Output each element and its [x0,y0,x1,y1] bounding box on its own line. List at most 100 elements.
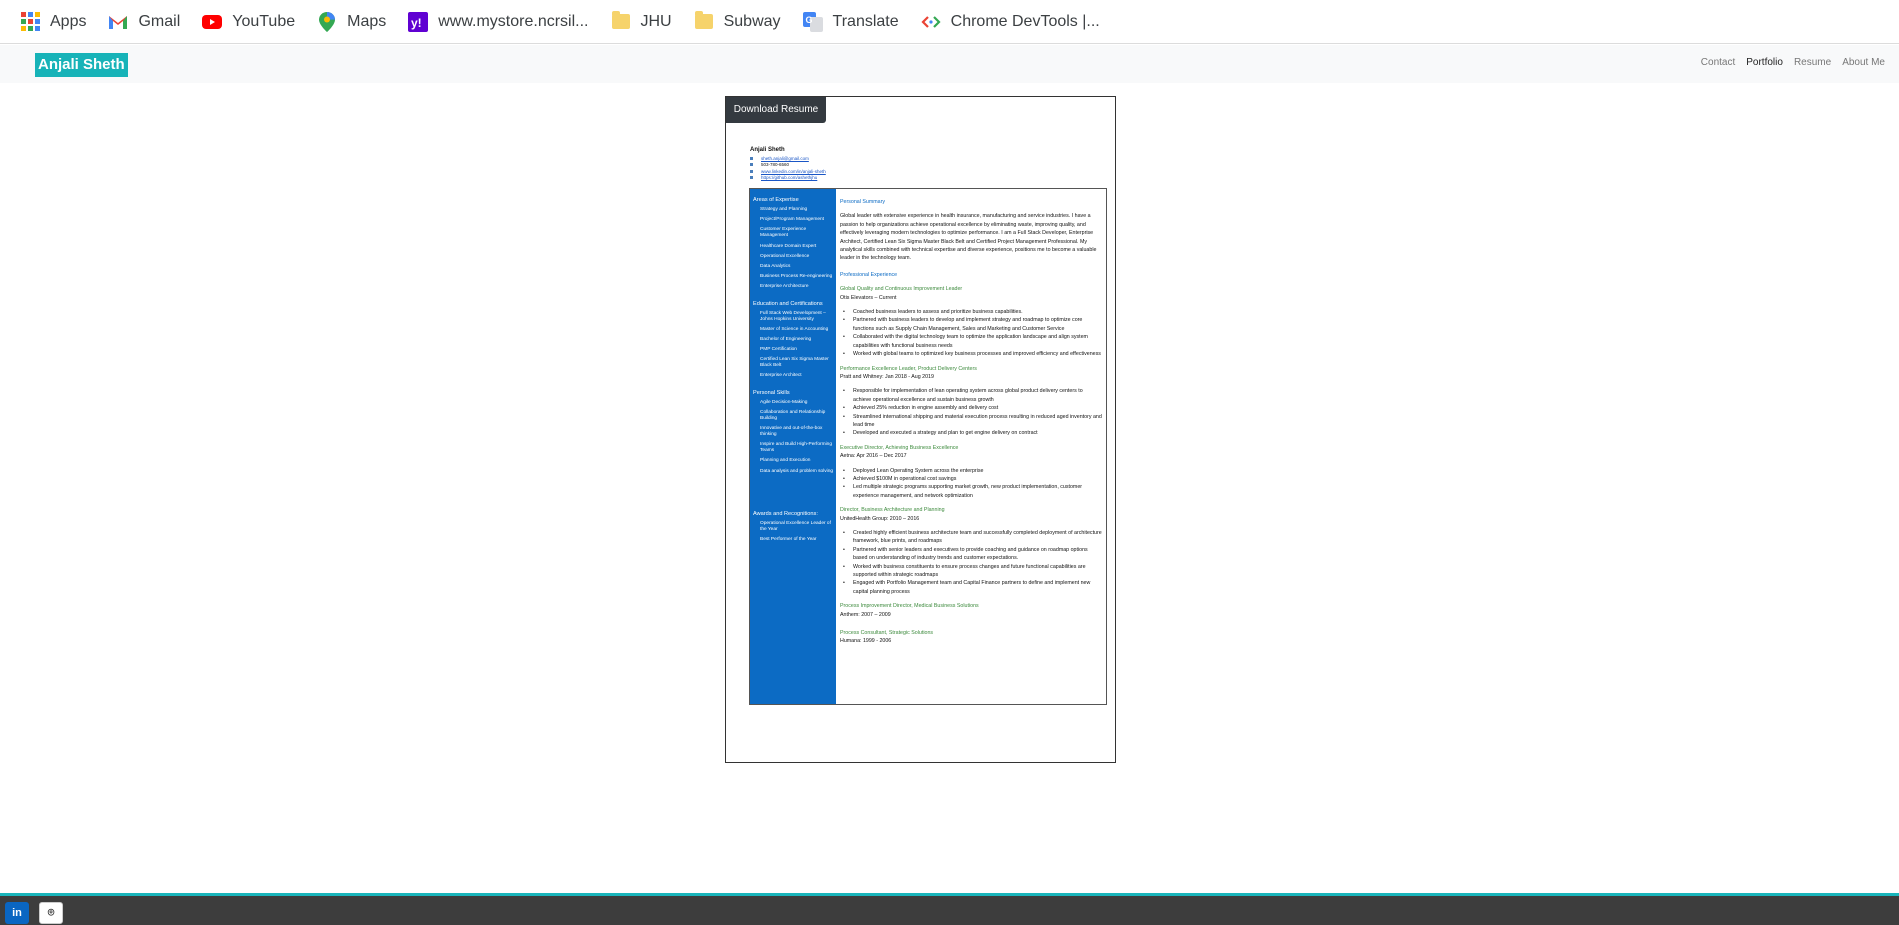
job-title: Executive Director, Achieving Business E… [840,444,959,451]
job-title: Process Consultant, Strategic Solutions [840,630,934,637]
translate-icon: G [802,11,823,32]
skill-item: Collaboration and Relationship Building [760,409,826,421]
github-icon[interactable]: ⌾ [39,902,63,924]
bookmark-label: Maps [347,12,387,30]
bookmark-devtools[interactable]: Chrome DevTools |... [919,7,1110,37]
education-heading: Education and Certifications [753,300,823,307]
resume-main: Personal Summary Global leader with exte… [837,189,1106,704]
awards-heading: Awards and Recognitions: [753,510,818,517]
skill-item: Innovative and out-of-the-box thinking [760,426,823,437]
resume-body: Areas of Expertise Strategy and Planning… [749,188,1107,705]
contact-email[interactable]: sheth.anjali@gmail.com [761,156,809,161]
job-bullet: Partnered with senior leaders and execut… [843,546,1102,563]
job-organization: Aetna: Apr 2016 – Dec 2017 [840,453,907,460]
download-resume-button[interactable]: Download Resume [726,97,826,123]
resume-name: Anjali Sheth [750,147,785,153]
job-bullet: Streamlined international shipping and m… [843,413,1102,430]
job-bullet: Engaged with Portfolio Management team a… [843,579,1102,596]
skill-item: Planning and Execution [760,458,811,464]
job-title: Process Improvement Director, Medical Bu… [840,603,979,610]
bookmark-apps[interactable]: Apps [18,7,96,37]
github-icon [750,176,753,180]
job-title: Performance Excellence Leader, Product D… [840,365,977,372]
bookmark-label: Gmail [138,12,181,30]
maps-pin-icon [317,11,337,32]
bookmark-label: JHU [640,12,672,30]
skill-item: Data analysis and problem solving [760,468,834,474]
job-organization: UnitedHealth Group: 2010 – 2016 [840,515,920,522]
bookmark-label: YouTube [232,12,296,30]
nav-link-contact[interactable]: Contact [1701,57,1735,68]
nav-link-portfolio[interactable]: Portfolio [1746,57,1783,68]
job-organization: Pratt and Whitney: Jan 2018 - Aug 2019 [840,373,934,380]
award-item: Best Performer of the Year [760,536,817,542]
job-bullets: Responsible for implementation of lean o… [843,387,1102,438]
contact-linkedin[interactable]: www.linkedin.com/in/anjali-sheth [761,169,826,174]
skills-heading: Personal Skills [753,389,790,396]
job-bullet: Deployed Lean Operating System across th… [843,467,1102,476]
education-item: Certified Lean Six Sigma Master Black Be… [760,357,829,369]
expertise-item: Data Analytics [760,263,791,269]
job-bullets: Coached business leaders to assess and p… [843,308,1102,359]
youtube-icon [202,12,223,32]
job-organization: Humana: 1999 - 2006 [840,638,892,645]
gmail-icon [108,12,128,32]
job-bullets: Created highly efficient business archit… [843,529,1102,596]
nav-link-resume[interactable]: Resume [1794,57,1831,68]
devtools-icon [921,12,941,32]
contact-line: www.linkedin.com/in/anjali-sheth [750,168,826,175]
bookmark-subway[interactable]: Subway [692,7,791,37]
bookmark-label: www.mystore.ncrsil... [438,12,589,30]
expertise-heading: Areas of Expertise [753,197,799,203]
expertise-item: Operational Excellence [760,253,810,259]
experience-heading: Professional Experience [840,271,898,278]
svg-text:y!: y! [411,16,422,30]
expertise-item: Business Process Re-engineering [760,274,833,280]
education-item: Enterprise Architect [760,373,802,379]
bookmark-label: Translate [832,12,899,30]
nav-links: Contact Portfolio Resume About Me [1690,57,1885,68]
folder-icon [611,11,631,32]
svg-text:G: G [805,15,812,25]
job-title: Director, Business Architecture and Plan… [840,507,945,514]
job-bullet: Achieved $100M in operational cost savin… [843,475,1102,484]
site-navbar: Anjali Sheth Contact Portfolio Resume Ab… [0,45,1899,83]
job-bullet: Coached business leaders to assess and p… [843,308,1102,317]
resume-sidebar: Areas of Expertise Strategy and Planning… [750,189,836,704]
expertise-item: Customer Experience Management [760,227,807,239]
linkedin-icon[interactable]: in [5,902,29,924]
bookmark-mystore[interactable]: y! www.mystore.ncrsil... [406,7,598,37]
job-title: Global Quality and Continuous Improvemen… [840,286,963,293]
nav-link-about-me[interactable]: About Me [1842,57,1885,68]
expertise-item: Enterprise Architecture [760,284,809,290]
education-item: PMP Certification [760,347,797,353]
job-bullet: Developed and executed a strategy and pl… [843,429,1102,438]
job-organization: Otis Elevators – Current [840,294,897,301]
bookmark-translate[interactable]: G Translate [801,7,909,37]
job-bullet: Responsible for implementation of lean o… [843,387,1102,404]
bookmark-youtube[interactable]: YouTube [200,7,305,37]
job-bullets: Deployed Lean Operating System across th… [843,467,1102,501]
expertise-item: Healthcare Domain Expert [760,243,817,249]
bookmark-label: Subway [723,12,781,30]
bookmark-gmail[interactable]: Gmail [106,7,190,37]
contact-line: https://github.com/ashethjhu [750,175,826,182]
bookmark-label: Apps [50,12,87,30]
apps-grid-icon [20,12,40,32]
award-item: Operational Excellence Leader of the Yea… [760,520,831,532]
summary-heading: Personal Summary [840,199,886,205]
job-bullet: Worked with business constituents to ens… [843,563,1102,580]
bookmark-jhu[interactable]: JHU [609,7,682,37]
bookmark-maps[interactable]: Maps [315,7,396,37]
bookmark-label: Chrome DevTools |... [950,12,1100,30]
phone-icon [750,163,753,167]
education-item: Full Stack Web Development – Johns Hopki… [760,310,826,322]
summary-text: Global leader with extensive experience … [840,213,1097,262]
skill-item: Inspire and Build High-Performing Teams [760,442,832,454]
footer: in ⌾ [0,893,1899,925]
education-item: Bachelor of Engineering [760,336,812,342]
brand-logo[interactable]: Anjali Sheth [35,53,128,77]
contact-github[interactable]: https://github.com/ashethjhu [761,175,817,180]
bookmarks-bar: Apps Gmail YouTube Maps y! www.mystore.n… [0,0,1899,44]
skill-item: Agile Decision-Making [760,399,808,405]
